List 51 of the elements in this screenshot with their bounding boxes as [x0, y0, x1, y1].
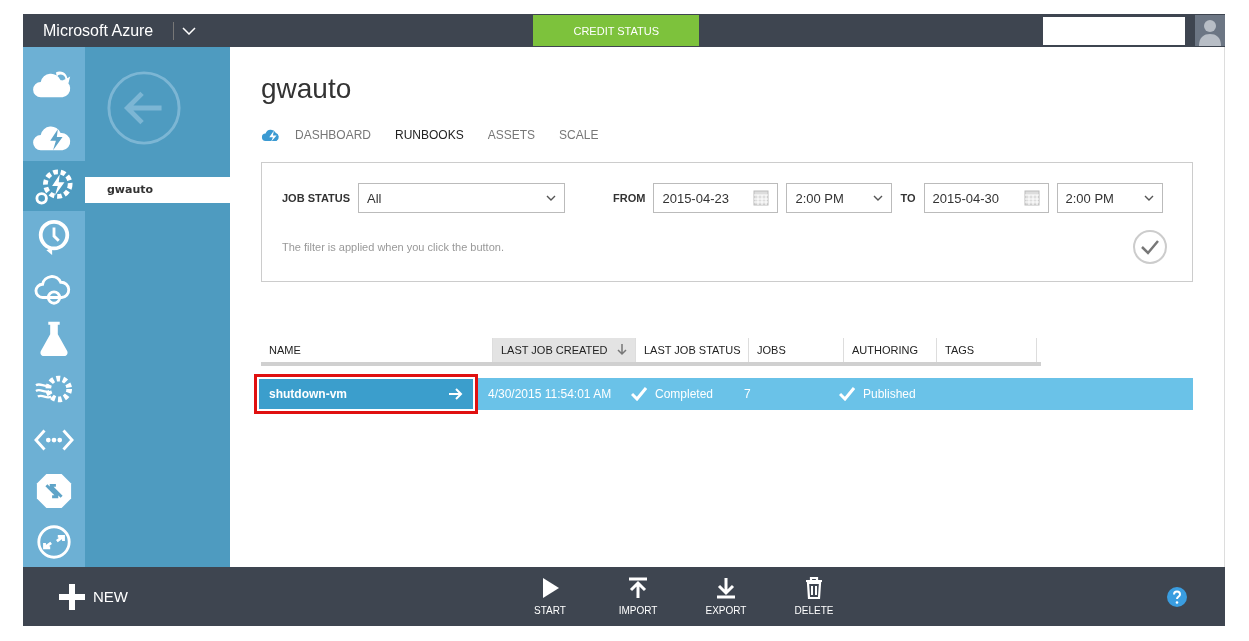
upload-icon [627, 577, 649, 599]
chevron-down-icon [1143, 195, 1154, 201]
help-icon[interactable] [1167, 586, 1187, 607]
table-cell: Completed [655, 387, 714, 401]
field-label: FROM [613, 192, 646, 204]
export-button[interactable]: EXPORT [682, 576, 770, 617]
filter-hint: The filter is applied when you click the button. [282, 241, 504, 253]
chevron-down-icon [873, 195, 884, 201]
tab[interactable]: SCALE [553, 127, 605, 142]
field-label: JOB STATUS [282, 192, 351, 204]
sort-down-icon [617, 344, 627, 356]
arrow-right-icon[interactable] [449, 388, 463, 400]
check-icon [839, 387, 855, 401]
table-cell-text: 4/30/2015 11:54:01 AM [487, 387, 613, 401]
calendar-icon [753, 190, 770, 206]
column-header[interactable]: TAGS [937, 338, 1037, 362]
column-header[interactable]: LAST JOB STATUS [636, 338, 749, 362]
column-header[interactable]: LAST JOB CREATED [493, 338, 636, 362]
table-cell: Published [863, 387, 916, 401]
start-button[interactable]: START [506, 576, 594, 617]
delete-button[interactable]: DELETE [770, 576, 858, 617]
tab[interactable]: DASHBOARD [289, 127, 377, 142]
brand-title: Microsoft Azure [43, 21, 154, 40]
field-label: TO [900, 192, 916, 204]
table-cell-text: 7 [743, 387, 752, 401]
time-dropdown[interactable]: 2:00 PM [786, 183, 893, 213]
runbook-name: shutdown-vm [269, 387, 347, 401]
nav-item[interactable] [23, 160, 85, 212]
trash-icon [803, 577, 825, 599]
apply-check-button[interactable] [1132, 229, 1168, 265]
avatar-icon[interactable] [1195, 15, 1225, 46]
date-field[interactable]: 2015-04-23 [653, 183, 779, 213]
gear-bolt-icon [33, 167, 75, 205]
calendar-icon [1023, 190, 1040, 206]
job-status-dropdown[interactable]: All [358, 183, 566, 213]
column-header[interactable]: JOBS [749, 338, 844, 362]
page-title: gwauto [261, 73, 353, 105]
sidebar-item[interactable]: gwauto [85, 177, 230, 203]
download-icon [715, 577, 737, 599]
search-field[interactable] [1043, 16, 1185, 45]
new-button[interactable]: NEW [53, 582, 134, 611]
chevron-down-icon [546, 195, 557, 201]
tab[interactable]: RUNBOOKS [389, 127, 470, 142]
date-field[interactable]: 2015-04-30 [923, 183, 1049, 213]
chevron-down-icon[interactable] [182, 26, 197, 35]
time-dropdown[interactable]: 2:00 PM [1056, 183, 1163, 213]
check-icon [631, 387, 647, 401]
column-header[interactable]: AUTHORING [844, 338, 937, 362]
plus-icon [59, 583, 85, 610]
tab[interactable]: ASSETS [481, 127, 542, 142]
import-button[interactable]: IMPORT [594, 576, 682, 617]
